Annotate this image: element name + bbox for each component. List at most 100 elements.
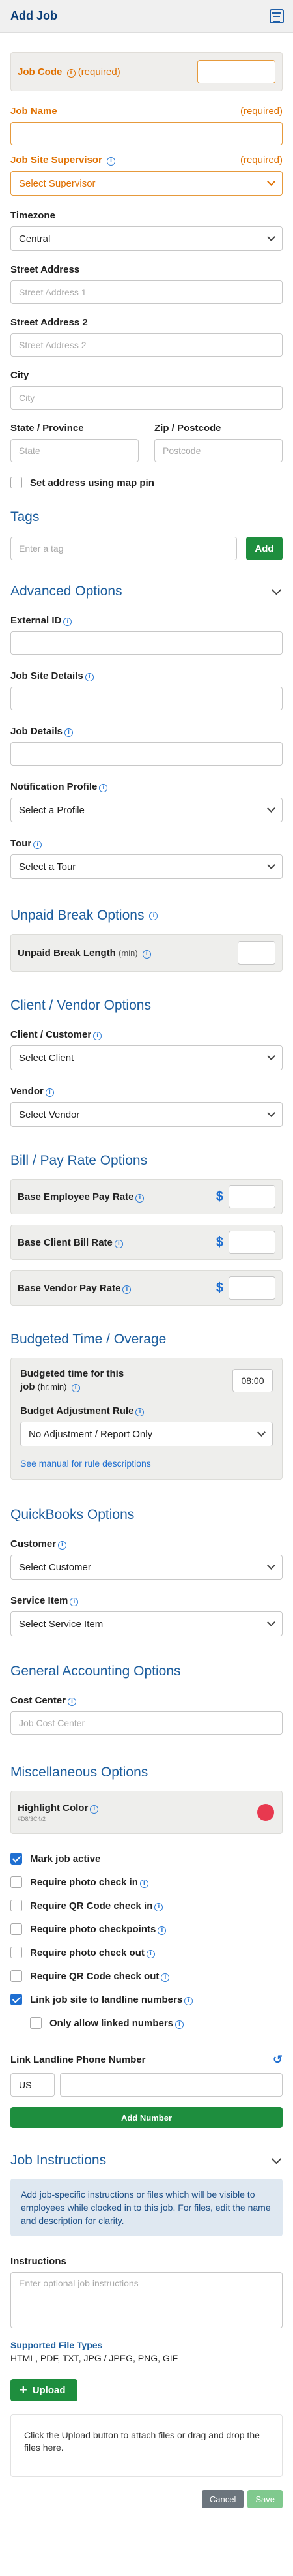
highlight-color-swatch[interactable]	[257, 1804, 274, 1821]
cancel-button[interactable]: Cancel	[201, 2490, 244, 2508]
info-icon[interactable]: i	[66, 68, 76, 78]
notification-profile-select[interactable]: Select a Profile	[10, 798, 283, 822]
refresh-icon[interactable]: ↺	[273, 2053, 283, 2067]
qr-checkin-row[interactable]: Require QR Code check in i	[10, 1894, 283, 1917]
vendor-select[interactable]: Select Vendor	[10, 1102, 283, 1127]
client-select[interactable]: Select Client	[10, 1045, 283, 1070]
employee-pay-input[interactable]	[229, 1185, 275, 1208]
photo-checkin-label: Require photo check in	[30, 1876, 138, 1888]
landline-link-row[interactable]: Link job site to landline numbers i	[10, 1988, 283, 2011]
info-icon[interactable]: i	[70, 1598, 79, 1606]
info-icon[interactable]: i	[135, 1193, 145, 1203]
job-name-input[interactable]	[10, 122, 283, 145]
photo-checkin-checkbox[interactable]	[10, 1876, 22, 1888]
info-icon[interactable]: i	[135, 1408, 145, 1416]
info-icon[interactable]: i	[45, 1088, 54, 1097]
tag-input[interactable]: Enter a tag	[10, 537, 237, 560]
info-icon[interactable]: i	[161, 1973, 170, 1982]
phone-number-input[interactable]	[60, 2073, 283, 2097]
save-button[interactable]: Save	[247, 2490, 283, 2508]
photo-checkout-row[interactable]: Require photo check out i	[10, 1941, 283, 1964]
tour-select[interactable]: Select a Tour	[10, 854, 283, 879]
instructions-title: Job Instructions	[10, 2153, 107, 2168]
chevron-down-icon	[267, 1052, 275, 1060]
state-input[interactable]: State	[10, 439, 139, 462]
vendor-field: Vendor i Select Vendor	[10, 1086, 283, 1127]
zip-input[interactable]: Postcode	[154, 439, 283, 462]
photo-checkout-checkbox[interactable]	[10, 1947, 22, 1958]
info-icon[interactable]: i	[68, 1698, 77, 1706]
job-code-input[interactable]	[197, 60, 275, 83]
job-details-label: Job Details	[10, 726, 63, 737]
unpaid-break-input[interactable]	[238, 941, 275, 965]
add-number-button[interactable]: Add Number	[10, 2107, 283, 2128]
map-pin-checkbox[interactable]	[10, 477, 22, 488]
calendar-icon[interactable]	[270, 8, 284, 23]
info-icon[interactable]: i	[184, 1996, 193, 2005]
client-bill-input[interactable]	[229, 1231, 275, 1254]
info-icon[interactable]: i	[107, 157, 116, 166]
job-details-input[interactable]	[10, 742, 283, 766]
info-icon[interactable]: i	[114, 1239, 123, 1248]
photo-checkpoints-checkbox[interactable]	[10, 1923, 22, 1935]
only-linked-row[interactable]: Only allow linked numbers i	[10, 2011, 283, 2035]
mark-active-row[interactable]: Mark job active	[10, 1847, 283, 1870]
tour-value: Select a Tour	[19, 861, 76, 873]
city-input[interactable]: City	[10, 386, 283, 410]
chevron-down-icon	[267, 1561, 275, 1570]
upload-button[interactable]: + Upload	[10, 2379, 77, 2401]
qr-checkout-row[interactable]: Require QR Code check out i	[10, 1964, 283, 1988]
instructions-textarea[interactable]: Enter optional job instructions	[10, 2272, 283, 2328]
info-icon[interactable]: i	[149, 911, 158, 920]
info-icon[interactable]: i	[175, 2020, 184, 2029]
external-id-input[interactable]	[10, 631, 283, 655]
add-tag-button[interactable]: Add	[246, 537, 283, 560]
qb-service-label: Service Item	[10, 1595, 68, 1606]
qr-checkout-checkbox[interactable]	[10, 1970, 22, 1982]
info-icon[interactable]: i	[99, 784, 108, 792]
chevron-down-icon	[267, 1109, 275, 1117]
info-icon[interactable]: i	[63, 618, 72, 626]
supervisor-select[interactable]: Select Supervisor	[10, 171, 283, 196]
info-icon[interactable]: i	[139, 1879, 148, 1888]
manual-link[interactable]: See manual for rule descriptions	[20, 1458, 273, 1469]
info-icon[interactable]: i	[71, 1384, 80, 1392]
chevron-down-icon	[267, 233, 275, 241]
site-details-input[interactable]	[10, 687, 283, 710]
only-linked-checkbox[interactable]	[30, 2017, 42, 2029]
street-input[interactable]: Street Address 1	[10, 280, 283, 304]
info-icon[interactable]: i	[93, 1032, 102, 1040]
cost-center-input[interactable]: Job Cost Center	[10, 1711, 283, 1735]
file-drop-zone[interactable]: Click the Upload button to attach files …	[10, 2414, 283, 2477]
timezone-select[interactable]: Central	[10, 226, 283, 251]
landline-link-checkbox[interactable]	[10, 1994, 22, 2005]
photo-checkpoints-row[interactable]: Require photo checkpoints i	[10, 1917, 283, 1941]
chevron-down-icon[interactable]	[271, 2153, 282, 2164]
info-icon[interactable]: i	[64, 728, 74, 737]
street2-input[interactable]: Street Address 2	[10, 333, 283, 357]
qb-service-select[interactable]: Select Service Item	[10, 1611, 283, 1636]
advanced-section-title[interactable]: Advanced Options	[10, 584, 283, 599]
photo-checkin-row[interactable]: Require photo check in i	[10, 1870, 283, 1894]
info-icon[interactable]: i	[85, 673, 94, 681]
chevron-down-icon[interactable]	[271, 584, 282, 595]
budget-time-input[interactable]: 08:00	[232, 1369, 273, 1392]
info-icon[interactable]: i	[154, 1902, 163, 1911]
qb-customer-select[interactable]: Select Customer	[10, 1555, 283, 1580]
qb-service-value: Select Service Item	[19, 1618, 104, 1630]
vendor-pay-input[interactable]	[229, 1276, 275, 1300]
instructions-section-title[interactable]: Job Instructions	[10, 2153, 283, 2168]
info-icon[interactable]: i	[58, 1541, 67, 1550]
mark-active-checkbox[interactable]	[10, 1853, 22, 1865]
client-vendor-section-title: Client / Vendor Options	[10, 998, 283, 1013]
info-icon[interactable]: i	[158, 1926, 167, 1935]
info-icon[interactable]: i	[33, 841, 42, 849]
map-pin-row[interactable]: Set address using map pin	[10, 477, 283, 488]
info-icon[interactable]: i	[142, 950, 151, 959]
qr-checkin-checkbox[interactable]	[10, 1900, 22, 1911]
budget-rule-select[interactable]: No Adjustment / Report Only	[20, 1422, 273, 1446]
country-code-input[interactable]: US	[10, 2073, 55, 2097]
info-icon[interactable]: i	[146, 1949, 155, 1958]
info-icon[interactable]: i	[90, 1805, 99, 1814]
info-icon[interactable]: i	[122, 1285, 132, 1294]
